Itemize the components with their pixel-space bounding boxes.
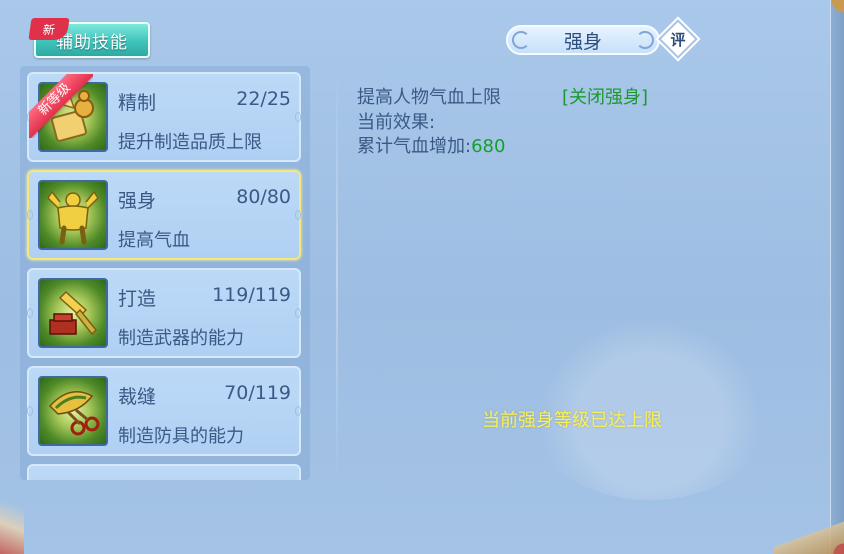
skills-window: 新 辅助技能 新等级 精制 22/25 提升制造品质上限 强身 80/80 提高… bbox=[0, 0, 844, 554]
hammer-anvil-icon bbox=[38, 278, 108, 348]
panel-divider bbox=[336, 66, 338, 486]
skill-description: 提高气血 bbox=[118, 230, 190, 251]
corner-ornament-bottom-left bbox=[0, 484, 24, 554]
skill-level: 80/80 bbox=[236, 186, 291, 208]
skill-name: 强身 bbox=[118, 190, 157, 212]
detail-title: 强身 bbox=[563, 30, 602, 53]
item-ornament bbox=[27, 210, 33, 220]
scroll-and-gourd-icon bbox=[38, 82, 108, 152]
swirl-ornament-left bbox=[512, 31, 530, 49]
skill-list[interactable]: 新等级 精制 22/25 提升制造品质上限 强身 80/80 提高气血 打造 1… bbox=[20, 66, 310, 480]
item-ornament bbox=[295, 406, 301, 416]
skill-level: 119/119 bbox=[212, 284, 291, 306]
skill-name: 裁缝 bbox=[118, 386, 157, 408]
muscle-man-icon bbox=[38, 180, 108, 250]
swirl-ornament-right bbox=[636, 31, 654, 49]
hp-bonus-line: 累计气血增加:680 bbox=[357, 132, 505, 158]
skill-level: 70/119 bbox=[224, 382, 291, 404]
item-ornament bbox=[27, 112, 33, 122]
rate-button[interactable] bbox=[658, 19, 698, 59]
skill-item-tailoring[interactable]: 裁缝 70/119 制造防具的能力 bbox=[27, 366, 301, 456]
hp-bonus-value: 680 bbox=[471, 136, 506, 157]
detail-description: 提高人物气血上限 bbox=[357, 87, 501, 108]
skill-name: 打造 bbox=[118, 288, 157, 310]
corner-ornament-top-right bbox=[824, 0, 844, 16]
corner-ornament-bottom-right bbox=[774, 514, 844, 554]
item-ornament bbox=[295, 210, 301, 220]
item-ornament bbox=[27, 406, 33, 416]
current-effect-label: 当前效果: bbox=[357, 112, 436, 133]
skill-item-forging[interactable]: 打造 119/119 制造武器的能力 bbox=[27, 268, 301, 358]
max-level-notice: 当前强身等级已达上限 bbox=[482, 410, 662, 431]
skill-item-strengthen[interactable]: 强身 80/80 提高气血 bbox=[27, 170, 301, 260]
skill-item-partial[interactable] bbox=[27, 464, 301, 480]
skill-name: 精制 bbox=[118, 92, 157, 114]
lotus-watermark bbox=[520, 300, 780, 500]
item-ornament bbox=[295, 308, 301, 318]
window-right-edge bbox=[830, 0, 844, 554]
scissors-cloth-icon bbox=[38, 376, 108, 446]
skill-description: 制造武器的能力 bbox=[118, 328, 244, 349]
skill-level: 22/25 bbox=[236, 88, 291, 110]
skill-item-refine[interactable]: 新等级 精制 22/25 提升制造品质上限 bbox=[27, 72, 301, 162]
toggle-strengthen-link[interactable]: [关闭强身] bbox=[562, 83, 648, 109]
item-ornament bbox=[295, 112, 301, 122]
skill-description: 制造防具的能力 bbox=[118, 426, 244, 447]
item-ornament bbox=[27, 308, 33, 318]
skill-description: 提升制造品质上限 bbox=[118, 132, 262, 153]
detail-title-bar: 强身 bbox=[506, 25, 660, 55]
hp-bonus-label: 累计气血增加: bbox=[357, 136, 472, 157]
